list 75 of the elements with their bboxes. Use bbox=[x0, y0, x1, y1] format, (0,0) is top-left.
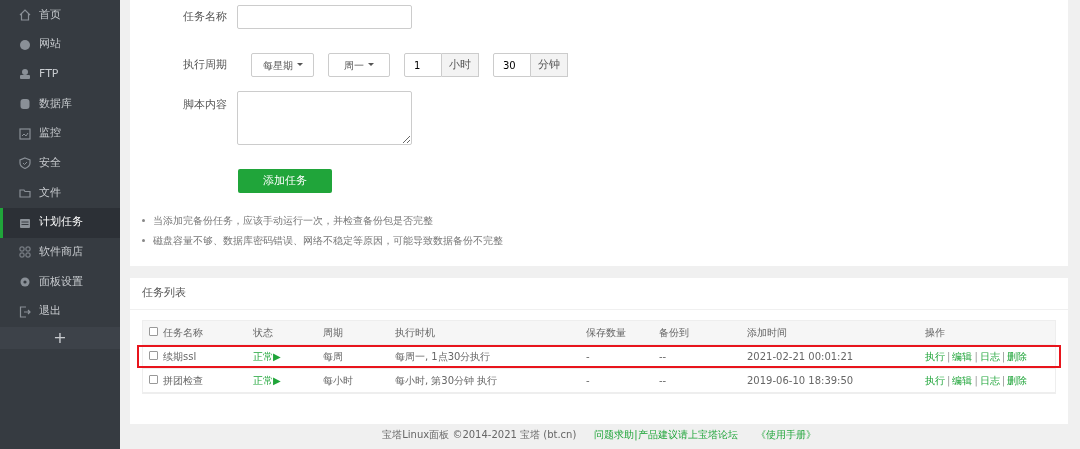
table-cell-text: 每小时 bbox=[323, 373, 354, 388]
grid-icon bbox=[19, 246, 31, 259]
separator-text: | bbox=[974, 374, 978, 386]
database-icon bbox=[19, 97, 31, 110]
dropdown-button[interactable]: 周一 bbox=[328, 53, 390, 77]
separator-text: | bbox=[947, 350, 951, 362]
input-field[interactable]: 30 bbox=[493, 53, 531, 77]
column-header: 操作 bbox=[925, 325, 946, 340]
checkbox[interactable] bbox=[149, 374, 158, 384]
home-icon bbox=[19, 8, 31, 21]
column-header: 状态 bbox=[253, 325, 274, 340]
person-icon bbox=[19, 68, 31, 81]
separator-text: | bbox=[974, 350, 978, 362]
caret-icon bbox=[368, 63, 374, 67]
shield-icon bbox=[19, 157, 31, 170]
script-textarea[interactable] bbox=[237, 91, 412, 145]
logout-icon bbox=[19, 305, 31, 318]
calendar-icon bbox=[19, 216, 31, 229]
copyright-text: 宝塔Linux面板 ©2014-2021 宝塔 (bt.cn) bbox=[382, 428, 577, 442]
sidebar-item[interactable]: 数据库 bbox=[0, 89, 120, 119]
sidebar-item[interactable]: 安全 bbox=[0, 148, 120, 179]
sidebar-item[interactable]: 计划任务 bbox=[0, 207, 120, 238]
sidebar-item[interactable]: 监控 bbox=[0, 118, 120, 149]
table-cell-text: 拼团检查 bbox=[163, 373, 204, 388]
caret-icon bbox=[296, 63, 303, 67]
column-header: 任务名称 bbox=[163, 325, 204, 340]
note-text: 当添加完备份任务，应该手动运行一次，并检查备份包是否完整 bbox=[153, 214, 433, 228]
action-link[interactable]: 日志 bbox=[979, 350, 1000, 362]
sidebar-item[interactable]: 网站 bbox=[0, 29, 120, 60]
table-cell-text: -- bbox=[659, 349, 668, 364]
dropdown-button[interactable]: 每星期 bbox=[251, 53, 314, 77]
settings-icon bbox=[19, 276, 31, 289]
separator-text: | bbox=[947, 374, 951, 386]
column-header: 执行时机 bbox=[395, 325, 436, 340]
field-label: 脚本内容 bbox=[182, 97, 228, 113]
action-link[interactable]: 日志 bbox=[979, 374, 1000, 386]
unit-label: 小时 bbox=[442, 53, 479, 77]
table-cell-text: 续期ssl bbox=[163, 349, 198, 364]
table-cell-text: - bbox=[586, 373, 591, 388]
input-field[interactable] bbox=[237, 5, 412, 29]
add-button[interactable]: + bbox=[0, 326, 120, 349]
sidebar-item[interactable]: 退出 bbox=[0, 296, 120, 327]
panel-title: 任务列表 bbox=[142, 286, 186, 299]
table-cell-text: 每小时, 第30分钟 执行 bbox=[395, 373, 499, 388]
table-cell-text: - bbox=[586, 349, 591, 364]
status-text: 正常▶ bbox=[253, 373, 282, 388]
chart-icon bbox=[19, 127, 31, 140]
folder-icon bbox=[19, 186, 31, 199]
status-text: 正常▶ bbox=[253, 349, 282, 364]
sidebar-item[interactable]: FTP bbox=[0, 59, 120, 90]
column-header: 周期 bbox=[323, 325, 344, 340]
globe-icon bbox=[19, 38, 31, 51]
bullet-icon bbox=[142, 239, 145, 242]
sidebar-item[interactable]: 面板设置 bbox=[0, 267, 120, 297]
separator-text: | bbox=[1001, 350, 1006, 362]
separator-text: | bbox=[1001, 374, 1006, 386]
sidebar-item[interactable]: 软件商店 bbox=[0, 237, 120, 268]
sidebar-item[interactable]: 首页 bbox=[0, 0, 120, 30]
table-cell-text: 每周 bbox=[323, 349, 344, 364]
table-cell-text: 2021-02-21 00:01:21 bbox=[747, 349, 855, 364]
input-field[interactable]: 1 bbox=[404, 53, 442, 77]
field-label: 执行周期 bbox=[182, 56, 228, 73]
note-text: 磁盘容量不够、数据库密码错误、网络不稳定等原因，可能导致数据备份不完整 bbox=[153, 234, 503, 248]
checkbox[interactable] bbox=[149, 326, 158, 336]
checkbox[interactable] bbox=[149, 350, 158, 360]
table-cell-text: 每周一, 1点30分执行 bbox=[395, 349, 492, 364]
sidebar-item[interactable]: 文件 bbox=[0, 178, 120, 208]
column-header: 保存数量 bbox=[586, 325, 627, 340]
column-header: 备份到 bbox=[659, 325, 690, 340]
column-header: 添加时间 bbox=[747, 325, 788, 340]
table-cell-text: 2019-06-10 18:39:50 bbox=[747, 373, 855, 388]
field-label: 任务名称 bbox=[182, 8, 228, 25]
table-cell-text: -- bbox=[659, 373, 668, 388]
unit-label: 分钟 bbox=[531, 53, 568, 77]
bullet-icon bbox=[142, 219, 145, 222]
